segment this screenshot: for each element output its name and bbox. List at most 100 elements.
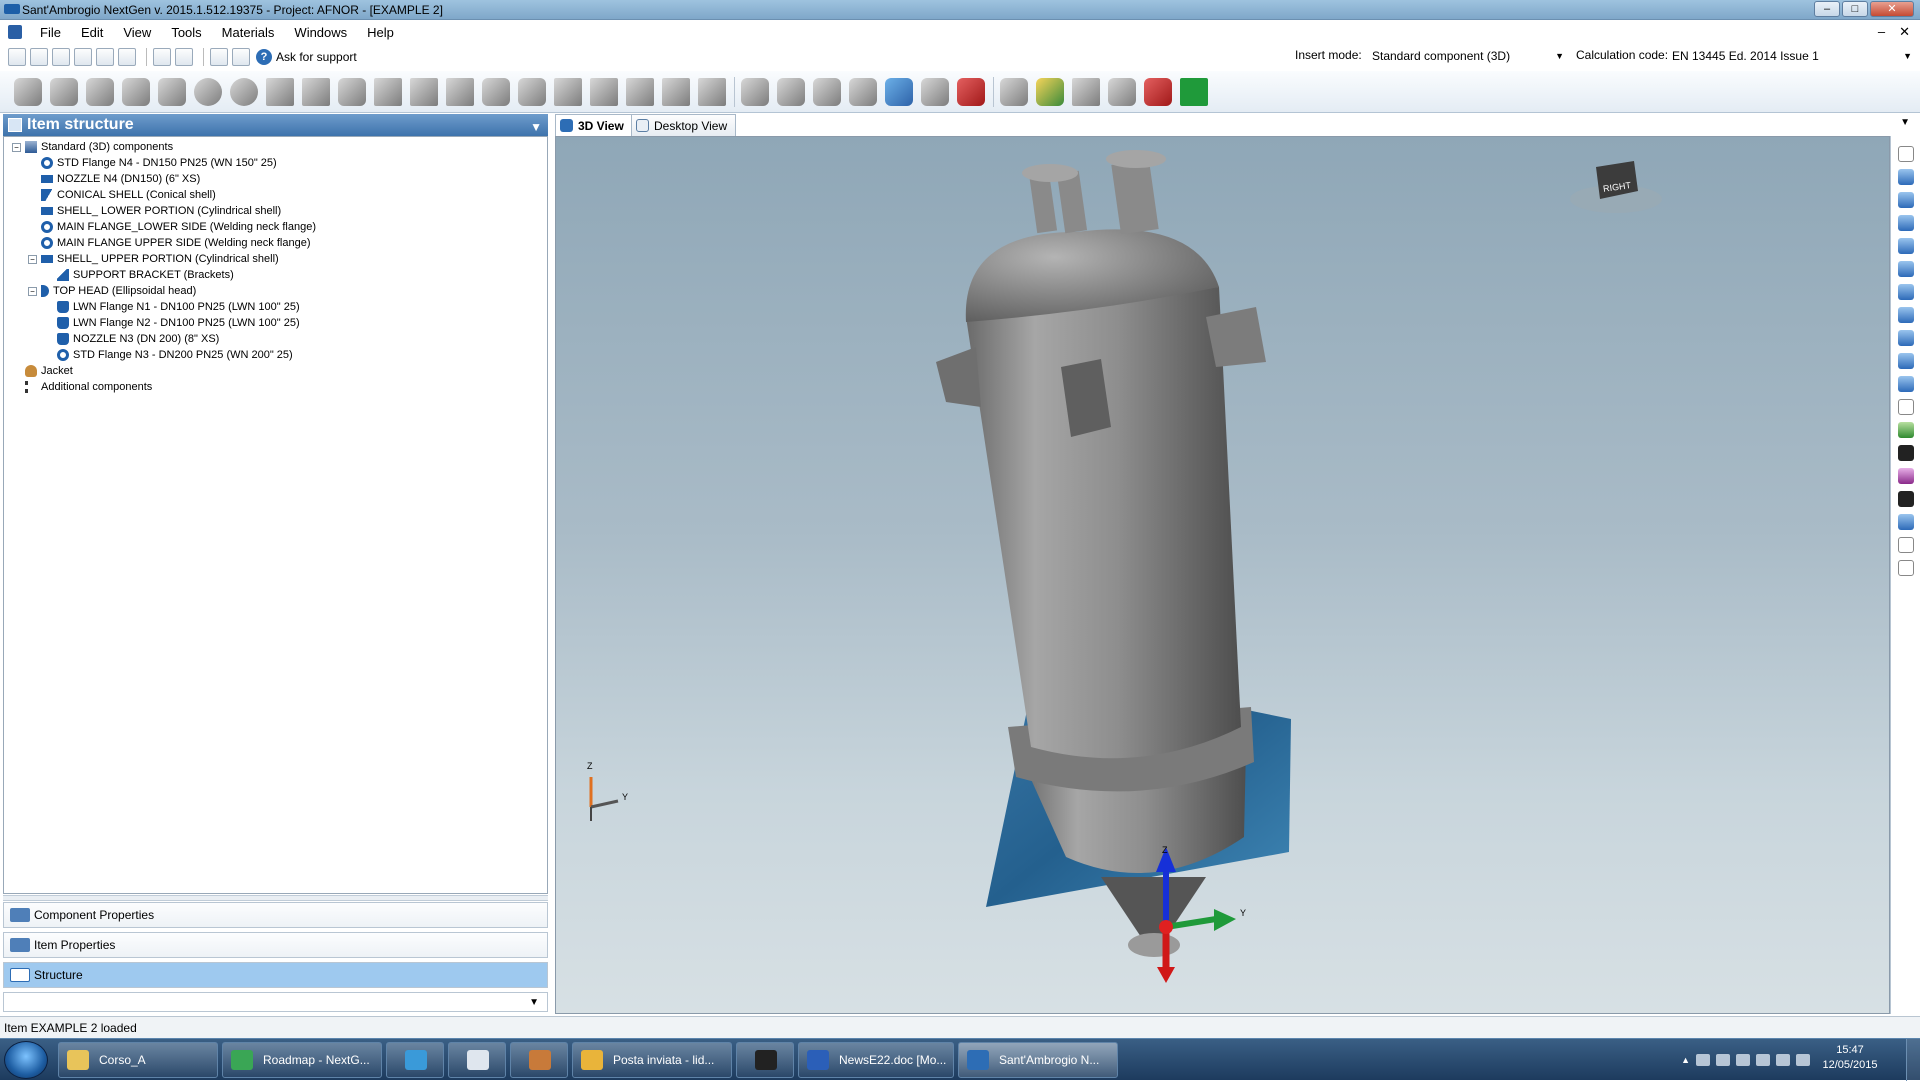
- component-properties-tab[interactable]: Component Properties: [3, 902, 548, 928]
- background-icon[interactable]: [1898, 491, 1914, 507]
- taskbar-item-calculator[interactable]: [448, 1042, 506, 1078]
- elbow-shell-icon[interactable]: [158, 77, 186, 106]
- tree-node[interactable]: NOZZLE N3 (DN 200) (8" XS): [4, 331, 547, 347]
- taskbar-item-word[interactable]: NewsE22.doc [Mo...: [798, 1042, 954, 1078]
- ring-support-icon[interactable]: [662, 77, 690, 106]
- menu-windows[interactable]: Windows: [284, 25, 357, 40]
- mdi-close-button[interactable]: ✕: [1899, 24, 1910, 40]
- thermometer-icon[interactable]: [957, 77, 985, 106]
- view-front-icon[interactable]: [1898, 307, 1914, 323]
- tree-node[interactable]: Additional components: [4, 379, 547, 395]
- export-icon[interactable]: [118, 48, 136, 66]
- menu-tools[interactable]: Tools: [161, 25, 211, 40]
- tube-sheet-icon[interactable]: [518, 77, 546, 106]
- solid-black-icon[interactable]: [1898, 445, 1914, 461]
- taskbar-item-cmd[interactable]: [736, 1042, 794, 1078]
- skirt-icon[interactable]: [554, 77, 582, 106]
- tree-node[interactable]: NOZZLE N4 (DN150) (6" XS): [4, 171, 547, 187]
- item-properties-tab[interactable]: Item Properties: [3, 932, 548, 958]
- trash-icon[interactable]: [1108, 77, 1136, 106]
- pan-hand-icon[interactable]: [1898, 238, 1914, 254]
- select-pointer-icon[interactable]: [1898, 146, 1914, 162]
- conical-shell-icon[interactable]: [50, 77, 78, 106]
- leg-support-icon[interactable]: [626, 77, 654, 106]
- fit-view-icon[interactable]: [1898, 261, 1914, 277]
- material-icon[interactable]: [1898, 468, 1914, 484]
- book-icon[interactable]: [1000, 77, 1028, 106]
- books-icon[interactable]: [1036, 77, 1064, 106]
- cad-export-icon[interactable]: [1072, 77, 1100, 106]
- tree-expander-icon[interactable]: −: [12, 142, 21, 152]
- rotate-icon[interactable]: [1898, 215, 1914, 231]
- puzzle-link-icon[interactable]: [849, 77, 877, 106]
- tree-node[interactable]: SUPPORT BRACKET (Brackets): [4, 267, 547, 283]
- puzzle-edit-icon[interactable]: [777, 77, 805, 106]
- volume-icon[interactable]: [1756, 1054, 1770, 1066]
- torispherical-head-icon[interactable]: [122, 77, 150, 106]
- taskbar-item-chrome[interactable]: Roadmap - NextG...: [222, 1042, 382, 1078]
- zoom-window-icon[interactable]: [1898, 192, 1914, 208]
- hemispherical-head-icon[interactable]: [230, 77, 258, 106]
- flat-end-icon[interactable]: [194, 77, 222, 106]
- save-icon[interactable]: [74, 48, 92, 66]
- tray-app-icon[interactable]: [1776, 1054, 1790, 1066]
- taskbar-item-ie[interactable]: [386, 1042, 444, 1078]
- panel-splitter[interactable]: [3, 895, 548, 901]
- tree-node[interactable]: MAIN FLANGE UPPER SIDE (Welding neck fla…: [4, 235, 547, 251]
- menu-materials[interactable]: Materials: [212, 25, 285, 40]
- minimize-button[interactable]: –: [1814, 1, 1840, 17]
- reinforcement-icon[interactable]: [374, 77, 402, 106]
- cloud-icon[interactable]: [1796, 1054, 1810, 1066]
- wireframe-icon[interactable]: [1898, 399, 1914, 415]
- tree-node[interactable]: SHELL_ LOWER PORTION (Cylindrical shell): [4, 203, 547, 219]
- tab-3d-view[interactable]: 3D View: [555, 114, 633, 136]
- shaded-icon[interactable]: [1898, 422, 1914, 438]
- view-top-icon[interactable]: [1898, 330, 1914, 346]
- view-iso-icon[interactable]: [1898, 284, 1914, 300]
- close-button[interactable]: ✕: [1870, 1, 1914, 17]
- save-all-icon[interactable]: [96, 48, 114, 66]
- tab-desktop-view[interactable]: Desktop View: [631, 114, 737, 136]
- network-icon[interactable]: [1736, 1054, 1750, 1066]
- zoom-icon[interactable]: [1898, 169, 1914, 185]
- panel-menu-button[interactable]: ▼: [530, 116, 542, 138]
- puzzle-remove-icon[interactable]: [813, 77, 841, 106]
- show-desktop-button[interactable]: [1906, 1039, 1920, 1081]
- taskbar-item-outlook[interactable]: Posta inviata - lid...: [572, 1042, 732, 1078]
- puzzle-blue-icon[interactable]: [885, 77, 913, 106]
- ask-support-button[interactable]: ? Ask for support: [256, 49, 357, 65]
- open-folder-icon[interactable]: [52, 48, 70, 66]
- 3d-viewport[interactable]: RIGHT Z Y Z Y: [555, 136, 1890, 1014]
- tree-node[interactable]: − SHELL_ UPPER PORTION (Cylindrical shell…: [4, 251, 547, 267]
- tabs-menu-button[interactable]: ▼: [1900, 117, 1910, 128]
- measure-icon[interactable]: [1898, 537, 1914, 553]
- jacket-icon[interactable]: [482, 77, 510, 106]
- print-preview-icon[interactable]: [153, 48, 171, 66]
- structure-tab[interactable]: Structure: [3, 962, 548, 988]
- pipe-bend-icon[interactable]: [338, 77, 366, 106]
- menu-view[interactable]: View: [113, 25, 161, 40]
- tree-expander-icon[interactable]: −: [28, 286, 37, 296]
- ellipsoidal-head-icon[interactable]: [86, 77, 114, 106]
- action-center-icon[interactable]: [1696, 1054, 1710, 1066]
- tree-expander-icon[interactable]: −: [28, 254, 37, 264]
- report-icon[interactable]: [1898, 560, 1914, 576]
- tree-node[interactable]: CONICAL SHELL (Conical shell): [4, 187, 547, 203]
- taskbar-item-corso[interactable]: Corso_A: [58, 1042, 218, 1078]
- panels-overflow-button[interactable]: ▼: [3, 992, 548, 1012]
- tree-node[interactable]: MAIN FLANGE_LOWER SIDE (Welding neck fla…: [4, 219, 547, 235]
- tray-app-icon[interactable]: [1716, 1054, 1730, 1066]
- saddle-icon[interactable]: [410, 77, 438, 106]
- maximize-button[interactable]: □: [1842, 1, 1868, 17]
- menu-help[interactable]: Help: [357, 25, 404, 40]
- app-menu-icon[interactable]: [8, 25, 22, 39]
- section-icon[interactable]: [1898, 514, 1914, 530]
- tools-icon[interactable]: [210, 48, 228, 66]
- insert-mode-select[interactable]: Standard component (3D) ▼: [1368, 46, 1568, 66]
- taskbar-item-snipping[interactable]: [510, 1042, 568, 1078]
- start-button[interactable]: [4, 1041, 48, 1079]
- seismic-icon[interactable]: [1180, 77, 1208, 106]
- system-clock[interactable]: 15:47 12/05/2015: [1820, 1043, 1880, 1073]
- puzzle-add-icon[interactable]: [741, 77, 769, 106]
- perspective-icon[interactable]: [1898, 376, 1914, 392]
